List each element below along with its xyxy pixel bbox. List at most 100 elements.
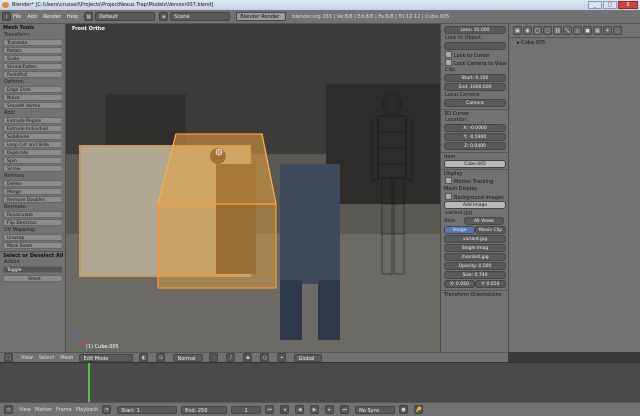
action-select[interactable]: Toggle bbox=[3, 266, 63, 273]
recalculate-button[interactable]: Recalculate bbox=[3, 211, 63, 218]
scene-icon[interactable]: ◈ bbox=[159, 12, 169, 21]
extrude-region-button[interactable]: Extrude Region bbox=[3, 117, 63, 124]
menu-add[interactable]: Add bbox=[27, 14, 37, 20]
object-tab-icon[interactable]: ▢ bbox=[543, 26, 552, 35]
editor-type-icon[interactable]: ◷ bbox=[4, 405, 13, 414]
cursor-z-field[interactable]: Z: 0.0400 bbox=[444, 142, 506, 150]
flip-direction-button[interactable]: Flip Direction bbox=[3, 219, 63, 226]
menu-playback[interactable]: Playback bbox=[76, 407, 98, 413]
subdivide-button[interactable]: Subdivide bbox=[3, 133, 63, 140]
3d-cursor-panel-header[interactable]: 3D Cursor bbox=[441, 109, 508, 117]
constraints-tab-icon[interactable]: ⛓ bbox=[553, 26, 562, 35]
minimize-button[interactable]: _ bbox=[588, 1, 602, 9]
screen-layout-icon[interactable]: ▦ bbox=[84, 12, 94, 21]
start-frame-field[interactable]: Start: 1 bbox=[117, 405, 178, 414]
world-tab-icon[interactable]: ◯ bbox=[533, 26, 542, 35]
bg-image-name[interactable]: variant.jpg bbox=[441, 210, 508, 217]
size-field[interactable]: Size: 0.740 bbox=[444, 271, 506, 279]
prev-key-icon[interactable]: ◂ bbox=[280, 405, 290, 414]
snap-icon[interactable]: ⌖ bbox=[277, 353, 287, 362]
menu-view[interactable]: View bbox=[21, 355, 33, 361]
offset-x-field[interactable]: X: 0.050 bbox=[444, 280, 475, 288]
noise-button[interactable]: Noise bbox=[3, 94, 63, 101]
vertex-select-icon[interactable]: · bbox=[209, 353, 219, 362]
delete-button[interactable]: Delete bbox=[3, 180, 63, 187]
scene-tab-icon[interactable]: ◉ bbox=[523, 26, 532, 35]
lock-camera-checkbox[interactable]: Lock Camera to View bbox=[441, 59, 508, 67]
background-images-header[interactable]: Background Images bbox=[441, 193, 508, 201]
display-panel-header[interactable]: Display bbox=[441, 169, 508, 177]
tab-image[interactable]: Image bbox=[444, 226, 475, 234]
opacity-field[interactable]: Opacity: 0.500 bbox=[444, 262, 506, 270]
image-source-select[interactable]: Single Imag bbox=[444, 244, 506, 252]
cursor-y-field[interactable]: Y: -0.5900 bbox=[444, 133, 506, 141]
orientation-select[interactable]: Normal bbox=[173, 353, 204, 362]
edge-select-icon[interactable]: / bbox=[226, 353, 236, 362]
data-tab-icon[interactable]: △ bbox=[573, 26, 582, 35]
preview-range-icon[interactable]: ◔ bbox=[102, 405, 112, 414]
screen-layout-field[interactable]: Default bbox=[95, 12, 156, 21]
clip-end-field[interactable]: End: 1000.000 bbox=[444, 83, 506, 91]
viewport-shading-icon[interactable]: ◐ bbox=[139, 353, 149, 362]
smooth-vertex-button[interactable]: Smooth Vertex bbox=[3, 102, 63, 109]
material-tab-icon[interactable]: ● bbox=[583, 26, 592, 35]
menu-marker[interactable]: Marker bbox=[35, 407, 52, 413]
merge-button[interactable]: Merge bbox=[3, 188, 63, 195]
menu-frame[interactable]: Frame bbox=[56, 407, 72, 413]
editor-type-icon[interactable]: i bbox=[2, 12, 11, 21]
record-icon[interactable]: ● bbox=[399, 405, 409, 414]
maximize-button[interactable]: □ bbox=[603, 1, 617, 9]
render-tab-icon[interactable]: ▣ bbox=[513, 26, 522, 35]
loop-cut-button[interactable]: Loop Cut and Slide bbox=[3, 141, 63, 148]
duplicate-button[interactable]: Duplicate bbox=[3, 149, 63, 156]
clip-start-field[interactable]: Start: 0.100 bbox=[444, 74, 506, 82]
pivot-point-icon[interactable]: ⊙ bbox=[156, 353, 166, 362]
menu-view[interactable]: View bbox=[19, 407, 31, 413]
menu-mesh[interactable]: Mesh bbox=[60, 355, 73, 361]
jump-start-icon[interactable]: ⏮ bbox=[265, 405, 275, 414]
menu-file[interactable]: File bbox=[13, 14, 21, 20]
shrink-fatten-button[interactable]: Shrink/Fatten bbox=[3, 63, 63, 70]
face-select-icon[interactable]: ▪ bbox=[243, 353, 253, 362]
scene-field[interactable]: Scene bbox=[170, 12, 231, 21]
lens-field[interactable]: Lens: 35.000 bbox=[444, 26, 506, 34]
mode-select[interactable]: Edit Mode bbox=[79, 353, 134, 362]
next-key-icon[interactable]: ▸ bbox=[325, 405, 335, 414]
item-name-field[interactable]: Cube.005 bbox=[444, 160, 506, 168]
current-frame-field[interactable]: 1 bbox=[231, 405, 262, 414]
breadcrumb-object[interactable]: Cube.005 bbox=[521, 40, 545, 46]
pivot-select[interactable]: Global bbox=[294, 353, 323, 362]
end-frame-field[interactable]: End: 250 bbox=[181, 405, 228, 414]
item-panel-header[interactable]: Item bbox=[441, 152, 508, 160]
local-camera-field[interactable]: Camera bbox=[444, 99, 506, 107]
menu-render[interactable]: Render bbox=[43, 14, 61, 20]
play-reverse-icon[interactable]: ◀ bbox=[295, 405, 305, 414]
edge-slide-button[interactable]: Edge Slide bbox=[3, 86, 63, 93]
menu-select[interactable]: Select bbox=[39, 355, 54, 361]
axis-select[interactable]: All Views bbox=[464, 217, 504, 225]
image-datablock-field[interactable]: variant.jpg bbox=[444, 235, 506, 243]
cursor-x-field[interactable]: X: -0.0000 bbox=[444, 124, 506, 132]
mesh-display-header[interactable]: Mesh Display bbox=[441, 185, 508, 193]
extrude-individual-button[interactable]: Extrude Individual bbox=[3, 125, 63, 132]
texture-tab-icon[interactable]: ▦ bbox=[593, 26, 602, 35]
image-path-field[interactable]: //variant.jpg bbox=[444, 253, 506, 261]
scale-button[interactable]: Scale bbox=[3, 55, 63, 62]
motion-tracking-header[interactable]: Motion Tracking bbox=[441, 177, 508, 185]
screw-button[interactable]: Screw bbox=[3, 165, 63, 172]
rotate-button[interactable]: Rotate bbox=[3, 47, 63, 54]
timeline[interactable] bbox=[0, 362, 640, 402]
unwrap-button[interactable]: Unwrap bbox=[3, 234, 63, 241]
jump-end-icon[interactable]: ⏭ bbox=[340, 405, 350, 414]
modifiers-tab-icon[interactable]: 🔧 bbox=[563, 26, 572, 35]
3d-viewport[interactable]: Front Ortho (1) Cube.005 bbox=[66, 24, 440, 352]
particles-tab-icon[interactable]: ✶ bbox=[603, 26, 612, 35]
proportional-edit-icon[interactable]: ○ bbox=[260, 353, 270, 362]
tab-movie-clip[interactable]: Movie Clip bbox=[475, 226, 506, 234]
sync-select[interactable]: No Sync bbox=[355, 405, 396, 414]
frame-cursor[interactable] bbox=[88, 363, 90, 402]
operator-panel-header[interactable]: Select or Deselect All bbox=[0, 251, 65, 259]
editor-type-icon[interactable]: ⬚ bbox=[4, 353, 13, 362]
remove-doubles-button[interactable]: Remove Doubles bbox=[3, 196, 63, 203]
offset-y-field[interactable]: Y: 0.050 bbox=[475, 280, 506, 288]
